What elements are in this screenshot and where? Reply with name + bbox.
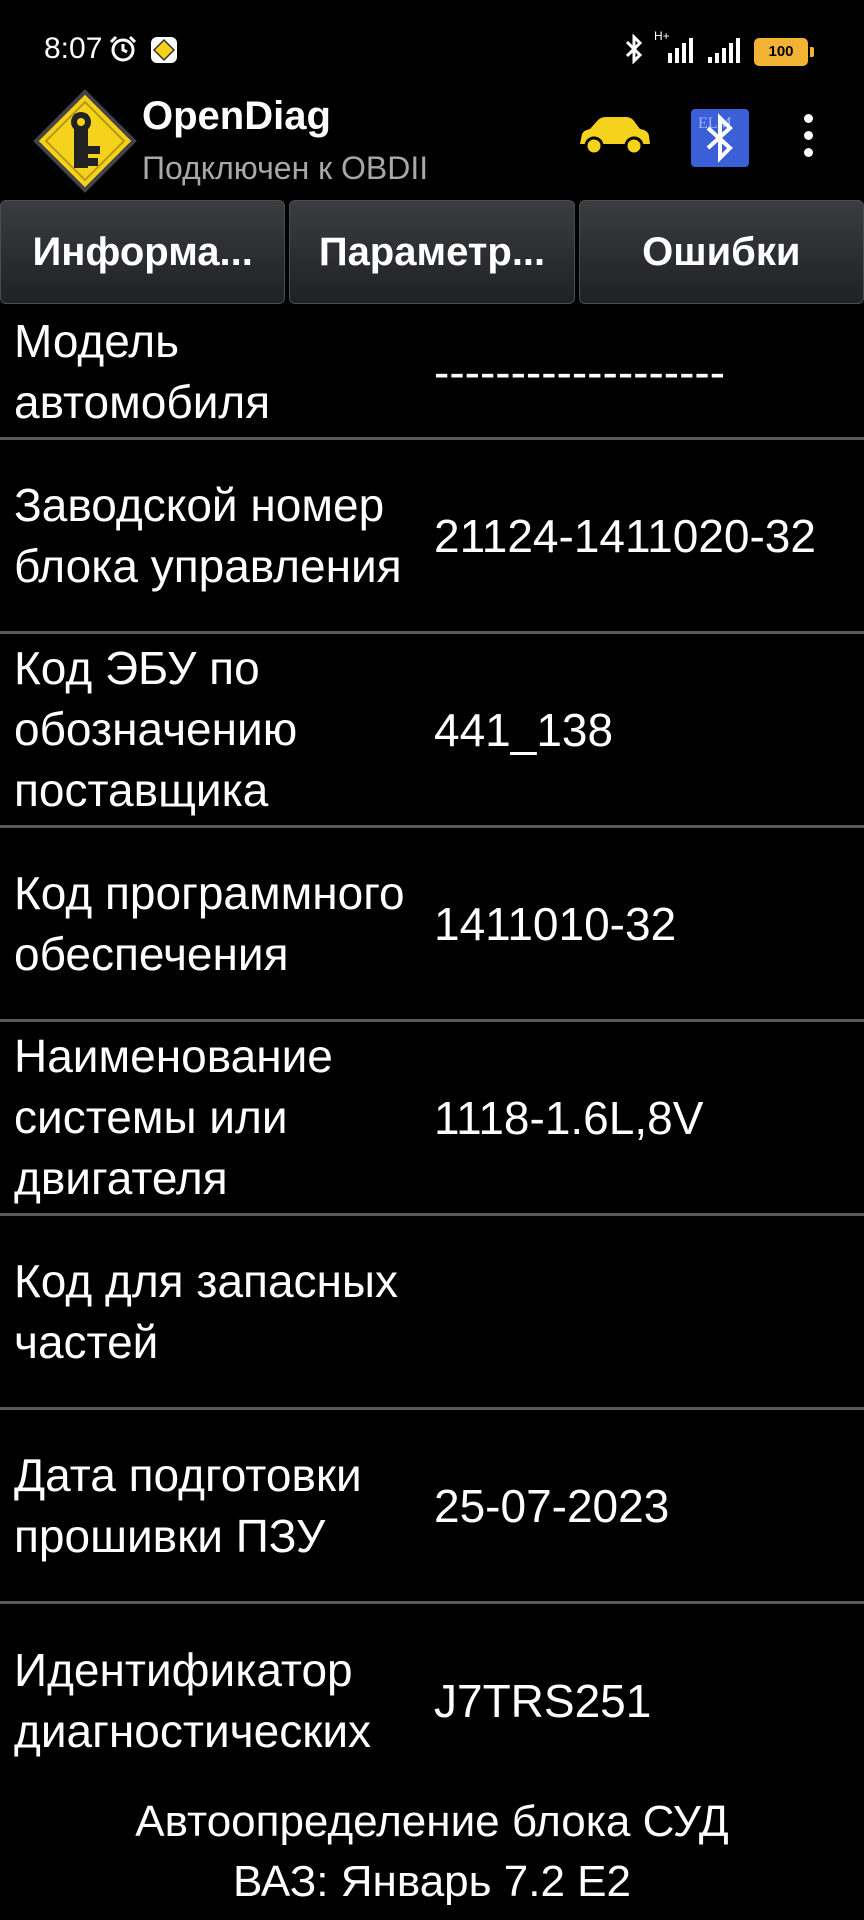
app-bar: OpenDiag Подключен к OBDII ELM — [0, 80, 864, 193]
row-label: Код для запасных частей — [14, 1254, 398, 1368]
footer-line-1: Автоопределение блока СУД — [135, 1797, 729, 1846]
ecu-autodetect-status: Автоопределение блока СУД ВАЗ: Январь 7.… — [0, 1792, 864, 1912]
info-row: Модель автомобиля ------------------- — [0, 306, 864, 440]
bluetooth-status-icon — [624, 33, 644, 69]
opendiag-logo-icon — [30, 86, 140, 201]
signal-icon: H+ — [654, 29, 694, 68]
info-table[interactable]: Модель автомобиля ------------------- За… — [0, 306, 864, 1788]
row-value: 1411010-32 — [434, 897, 677, 950]
row-value: ------------------- — [434, 345, 726, 398]
status-time: 8:07 — [44, 32, 103, 65]
row-value: 1118-1.6L,8V — [434, 1091, 704, 1144]
bluetooth-adapter-icon[interactable]: ELM — [690, 108, 750, 173]
row-value: 21124-1411020-32 — [434, 509, 816, 562]
row-label: Заводской номер блока управления — [14, 478, 402, 592]
footer-line-2: ВАЗ: Январь 7.2 Е2 — [232, 1857, 632, 1906]
tab-errors[interactable]: Ошибки — [578, 200, 864, 304]
alarm-icon — [108, 34, 138, 69]
row-value: 441_138 — [434, 703, 614, 756]
app-title: OpenDiag — [142, 94, 331, 138]
row-label: Код ЭБУ по обозначению поставщика — [14, 642, 298, 816]
tab-bar: Информа... Параметр... Ошибки — [0, 200, 864, 304]
info-row: Идентификатор диагностических J7TRS251 — [0, 1604, 864, 1788]
status-icons: H+ 100 — [624, 29, 814, 69]
tab-information[interactable]: Информа... — [0, 200, 286, 304]
row-label: Модель автомобиля — [14, 314, 271, 428]
row-label: Идентификатор диагностических — [14, 1644, 372, 1757]
info-row: Дата подготовки прошивки ПЗУ 25-07-2023 — [0, 1410, 864, 1604]
row-label: Дата подготовки прошивки ПЗУ — [14, 1448, 362, 1562]
row-value: J7TRS251 — [434, 1675, 652, 1727]
info-row: Код для запасных частей — [0, 1216, 864, 1410]
info-row: Код ЭБУ по обозначению поставщика 441_13… — [0, 634, 864, 828]
row-label: Наименование системы или двигателя — [14, 1030, 333, 1204]
overflow-menu-icon[interactable] — [800, 114, 816, 165]
connection-status: Подключен к OBDII — [142, 150, 429, 186]
tab-parameters[interactable]: Параметр... — [289, 200, 575, 304]
signal-icon — [704, 35, 744, 68]
info-row: Код программного обеспечения 1411010-32 — [0, 828, 864, 1022]
car-icon[interactable] — [576, 114, 652, 163]
row-value: 25-07-2023 — [434, 1479, 670, 1532]
battery-icon: 100 — [754, 37, 814, 66]
info-row: Наименование системы или двигателя 1118-… — [0, 1022, 864, 1216]
notification-app-icon — [150, 36, 178, 69]
row-label: Код программного обеспечения — [14, 866, 405, 980]
info-row: Заводской номер блока управления 21124-1… — [0, 440, 864, 634]
